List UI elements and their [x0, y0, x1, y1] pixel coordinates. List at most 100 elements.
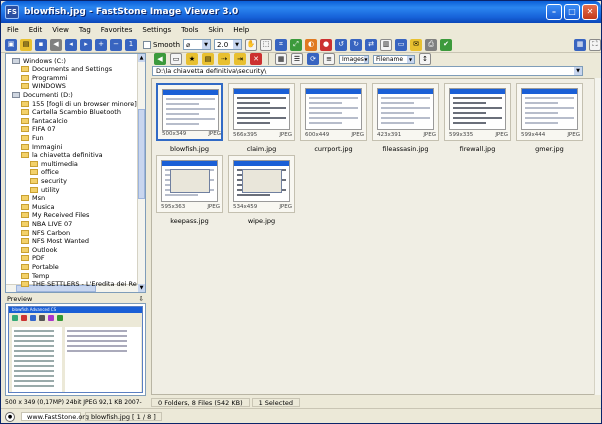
menu-edit[interactable]: Edit [29, 26, 43, 34]
email-icon[interactable]: ✉ [410, 38, 423, 51]
thumbnail-item[interactable]: 534x459 JPEG [228, 155, 295, 213]
open-folder-icon[interactable]: ▣ [5, 38, 17, 51]
thumbnail-image [162, 89, 219, 131]
folder-tree[interactable]: ▲ ▼ Windows (C:) Documents and Settings Pr… [5, 53, 146, 293]
tree-item-label: multimedia [41, 159, 78, 168]
tag-icon[interactable]: ✔ [440, 38, 453, 51]
thumbnail-item[interactable]: 500x349 JPEG [156, 83, 223, 141]
thumbnail-filename[interactable]: keepass.jpg [156, 217, 223, 225]
tree-item[interactable]: THE SETTLERS - L'Eredita dei Re [21, 280, 137, 289]
layout-icon[interactable]: ▦ [574, 38, 586, 51]
compare-icon[interactable]: ▥ [380, 38, 393, 51]
thumbnail-item[interactable]: 423x391 JPEG [372, 83, 439, 141]
thumbnails-view-icon[interactable]: ▦ [275, 53, 287, 65]
previous-image-icon[interactable]: ◂ [65, 38, 77, 51]
menu-favorites[interactable]: Favorites [101, 26, 133, 34]
minimize-button[interactable]: – [546, 4, 562, 20]
window-title: blowfish.jpg - FastStone Image Viewer 3.… [24, 7, 239, 17]
zoom-in-icon[interactable]: + [95, 38, 107, 51]
thumbnail-filename[interactable]: fileassasin.jpg [372, 145, 439, 153]
folder-icon [21, 83, 29, 90]
thumbnail-filename[interactable]: blowfish.jpg [156, 145, 223, 153]
file-filter-select[interactable]: Images ▼ [339, 54, 369, 64]
close-button[interactable]: ✕ [582, 4, 598, 20]
thumbnail-item[interactable]: 599x335 JPEG [444, 83, 511, 141]
view-icon[interactable]: ▭ [170, 53, 182, 65]
status-bar: 0 Folders, 8 Files (542 KB) 1 Selected [151, 398, 601, 407]
slideshow-icon[interactable]: ▭ [395, 38, 408, 51]
menu-settings[interactable]: Settings [142, 26, 171, 34]
copy-to-icon[interactable]: ⇢ [218, 53, 230, 65]
menu-help[interactable]: Help [233, 26, 249, 34]
smooth-label: Smooth [153, 40, 181, 49]
red-eye-icon[interactable]: ● [320, 38, 333, 51]
browser-vertical-scrollbar[interactable] [594, 78, 601, 395]
actual-size-icon[interactable]: 1 [125, 38, 137, 51]
next-image-icon[interactable]: ▸ [80, 38, 92, 51]
folder-icon [21, 152, 29, 159]
menu-tag[interactable]: Tag [79, 26, 91, 34]
tree-vertical-scrollbar[interactable]: ▲ ▼ [137, 54, 145, 292]
new-folder-icon[interactable]: ▤ [202, 53, 214, 65]
details-view-icon[interactable]: ☰ [291, 53, 303, 65]
zoom-mode-select[interactable]: ⌀ ▼ [183, 39, 212, 50]
thumbnail-filename[interactable]: wipe.jpg [228, 217, 295, 225]
sort-order-icon[interactable]: ↕ [419, 53, 431, 65]
thumbnail-filename[interactable]: currport.jpg [300, 145, 367, 153]
path-dropdown-icon[interactable]: ▼ [574, 67, 582, 75]
globe-icon[interactable]: ● [5, 411, 15, 422]
favorites-star-icon[interactable]: ★ [186, 53, 198, 65]
drive-icon [12, 57, 20, 64]
thumbnail-format: JPEG [495, 132, 508, 138]
thumbnail-image [233, 160, 290, 202]
hand-tool-icon[interactable]: ✋ [245, 38, 258, 51]
browse-icon[interactable]: ▤ [20, 38, 32, 51]
refresh-icon[interactable]: ⟳ [307, 53, 319, 65]
scroll-thumb[interactable] [138, 109, 145, 199]
folder-icon [21, 281, 29, 288]
move-to-icon[interactable]: ⇥ [234, 53, 246, 65]
checkbox-box[interactable] [143, 40, 151, 49]
main-toolbar: ▣ ▤ ▪ ◀ ◂ ▸ + − 1 Smooth ⌀ ▼ 2.0 ▼ ✋ ⬚ ⌗ ⤢… [1, 37, 601, 53]
smooth-checkbox[interactable]: Smooth [143, 40, 181, 49]
zoom-level-select[interactable]: 2.0 ▼ [214, 39, 243, 50]
menu-skin[interactable]: Skin [208, 26, 223, 34]
tree-item-label: 155 [fogli di un browser minore] [32, 99, 137, 108]
save-icon[interactable]: ▪ [35, 38, 47, 51]
resize-icon[interactable]: ⤢ [290, 38, 303, 51]
zoom-out-icon[interactable]: − [110, 38, 122, 51]
preview-collapse-icon[interactable]: ⇩ [139, 295, 144, 303]
thumbnail-item[interactable]: 595x363 JPEG [156, 155, 223, 213]
print-icon[interactable]: ⎙ [425, 38, 438, 51]
thumbnail-item[interactable]: 599x444 JPEG [516, 83, 583, 141]
list-view-icon[interactable]: ≡ [323, 53, 335, 65]
rotate-left-icon[interactable]: ↺ [335, 38, 348, 51]
thumbnail-item[interactable]: 566x395 JPEG [228, 83, 295, 141]
scroll-down-arrow-icon[interactable]: ▼ [138, 284, 145, 292]
color-adjust-icon[interactable]: ◐ [305, 38, 318, 51]
select-tool-icon[interactable]: ⬚ [260, 38, 273, 51]
scroll-up-arrow-icon[interactable]: ▲ [138, 54, 145, 62]
delete-icon[interactable]: ✕ [250, 53, 262, 65]
maximize-button[interactable]: □ [564, 4, 580, 20]
sort-select[interactable]: Filename ▼ [373, 54, 415, 64]
back-icon[interactable]: ◀ [154, 53, 166, 65]
menu-file[interactable]: File [7, 26, 19, 34]
drive-icon [12, 91, 20, 98]
thumbnail-filename[interactable]: claim.jpg [228, 145, 295, 153]
thumbnail-filename[interactable]: gmer.jpg [516, 145, 583, 153]
thumbnail-item[interactable]: 600x449 JPEG [300, 83, 367, 141]
menu-view[interactable]: View [52, 26, 69, 34]
folder-icon [21, 195, 29, 202]
menu-tools[interactable]: Tools [181, 26, 198, 34]
rotate-right-icon[interactable]: ↻ [350, 38, 363, 51]
thumbnail-filename[interactable]: firewall.jpg [444, 145, 511, 153]
thumbnail-browser: 500x349 JPEG blowfish.jpg 566x395 JPEG claim.… [151, 78, 601, 395]
title-bar[interactable]: FS blowfish.jpg - FastStone Image Viewer… [1, 1, 601, 23]
folder-path-field[interactable]: D:\la chiavetta definitiva\security\ ▼ [152, 66, 583, 76]
flip-icon[interactable]: ⇄ [365, 38, 378, 51]
fullscreen-icon[interactable]: ⛶ [589, 38, 601, 51]
crop-icon[interactable]: ⌗ [275, 38, 288, 51]
website-link[interactable]: www.FastStone.org [21, 412, 89, 421]
first-image-icon[interactable]: ◀ [50, 38, 62, 51]
